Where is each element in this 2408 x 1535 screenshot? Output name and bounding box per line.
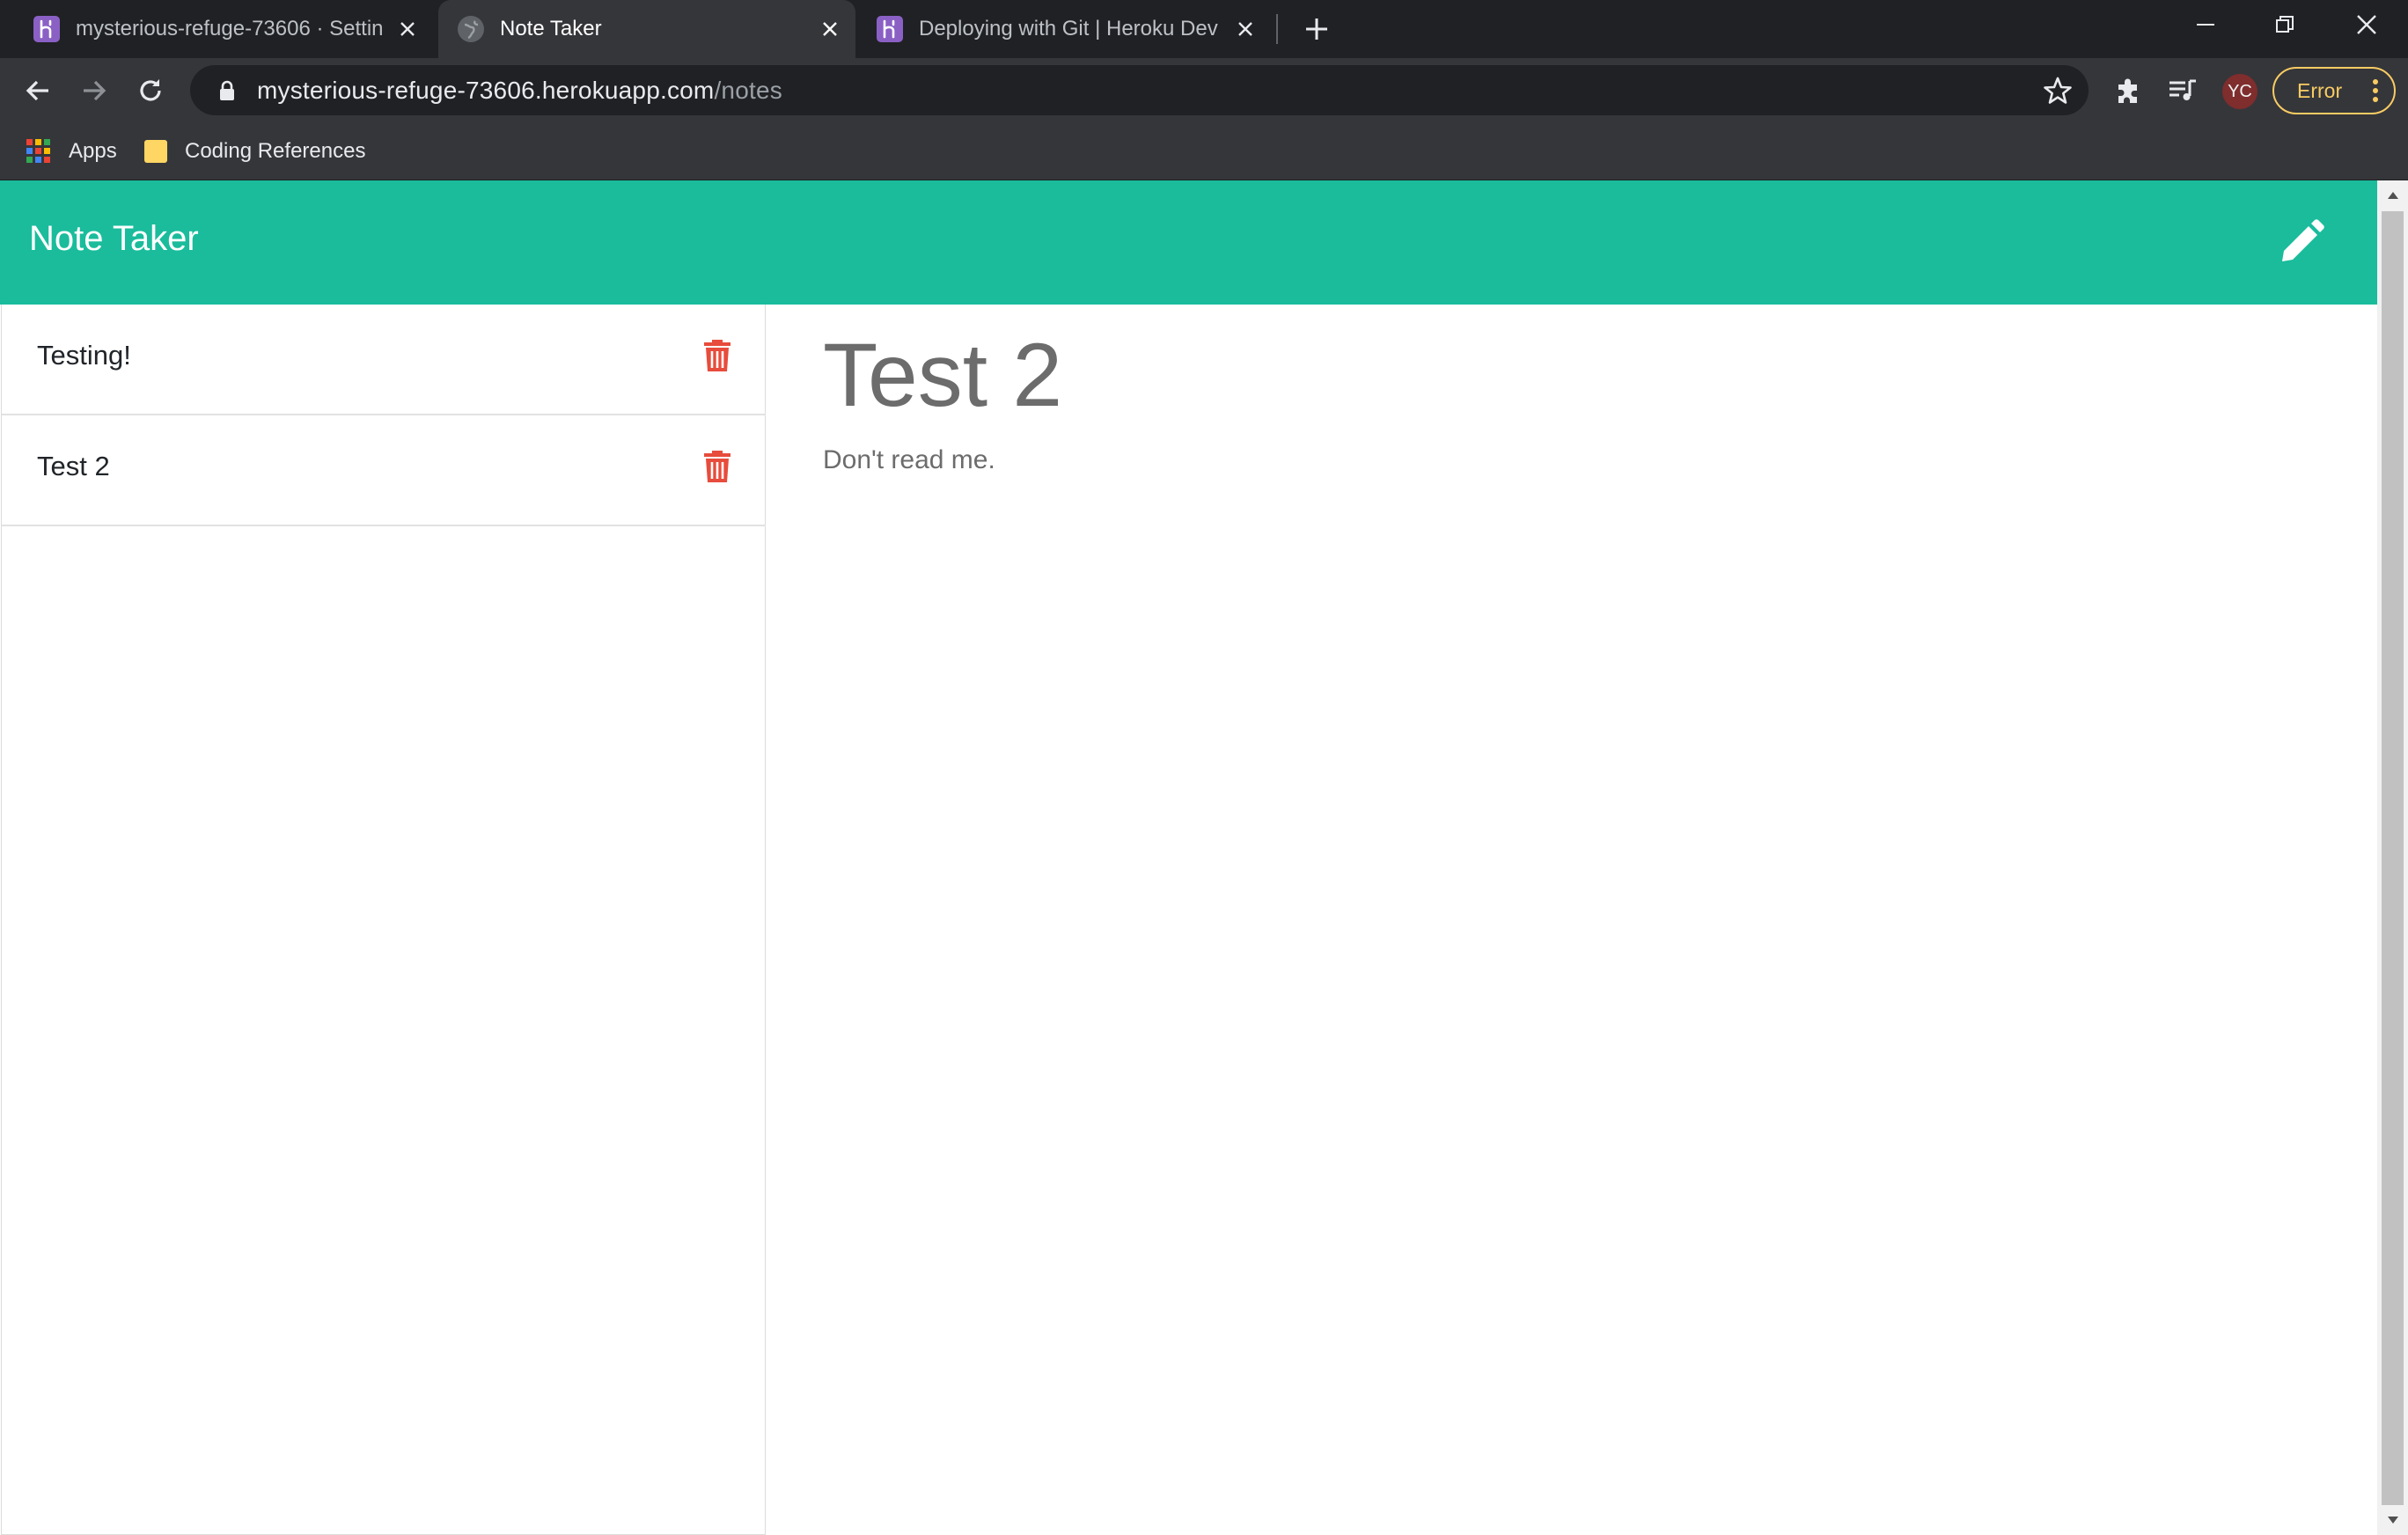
extensions-button[interactable] — [2110, 72, 2147, 109]
reload-button[interactable] — [130, 70, 171, 111]
delete-note-trash-icon[interactable] — [703, 338, 731, 373]
url-text: mysterious-refuge-73606.herokuapp.com/no… — [257, 77, 782, 105]
tab-close-icon[interactable] — [817, 16, 843, 42]
browser-tab-heroku-settings[interactable]: mysterious-refuge-73606 · Settin — [23, 0, 429, 58]
scroll-down-arrow-icon[interactable] — [2377, 1507, 2408, 1533]
minimize-button[interactable] — [2166, 0, 2245, 49]
notes-list: Testing! Test 2 — [1, 305, 766, 1535]
heroku-icon — [33, 16, 60, 42]
note-editor: Test 2 Don't read me. — [766, 305, 2377, 1535]
arrow-right-icon — [84, 80, 106, 101]
browser-toolbar: mysterious-refuge-73606.herokuapp.com/no… — [0, 58, 2408, 123]
list-item[interactable]: Test 2 — [2, 415, 766, 526]
note-title: Testing! — [37, 340, 131, 371]
reload-icon — [140, 79, 161, 101]
arrow-left-icon — [26, 80, 48, 101]
bookmark-label: Coding References — [185, 139, 366, 163]
tab-title: Deploying with Git | Heroku Dev — [919, 17, 1218, 40]
puzzle-icon — [2118, 78, 2137, 103]
app-brand[interactable]: Note Taker — [29, 219, 199, 259]
restore-icon — [2276, 16, 2294, 33]
delete-note-trash-icon[interactable] — [703, 449, 731, 484]
url-path: /notes — [714, 76, 782, 104]
forward-button[interactable] — [74, 70, 114, 111]
tab-close-icon[interactable] — [1232, 16, 1259, 42]
page-scrollbar[interactable] — [2377, 180, 2408, 1535]
tab-close-icon[interactable] — [394, 16, 421, 42]
apps-grid-icon — [26, 139, 51, 164]
app-navbar: Note Taker — [0, 180, 2377, 305]
note-title: Test 2 — [37, 451, 110, 481]
tab-title: Note Taker — [500, 17, 602, 40]
bookmark-apps[interactable]: Apps — [26, 123, 117, 180]
new-tab-button[interactable] — [1298, 11, 1335, 48]
address-bar[interactable]: mysterious-refuge-73606.herokuapp.com/no… — [190, 65, 2089, 115]
folder-icon — [144, 140, 167, 163]
heroku-icon — [877, 16, 903, 42]
bookmark-coding-references[interactable]: Coding References — [144, 123, 365, 180]
browser-titlebar: mysterious-refuge-73606 · Settin Note Ta… — [0, 0, 2408, 58]
browser-tab-deploying-with-git[interactable]: Deploying with Git | Heroku Dev — [863, 0, 1267, 58]
bookmark-star-icon[interactable] — [2043, 76, 2073, 106]
close-window-button[interactable] — [2327, 0, 2406, 49]
restore-button[interactable] — [2245, 0, 2324, 49]
url-host: mysterious-refuge-73606.herokuapp.com — [257, 76, 715, 104]
scrollbar-thumb[interactable] — [2382, 211, 2404, 1505]
bookmarks-bar: Apps Coding References — [0, 123, 2408, 180]
error-menu-button[interactable]: Error — [2272, 67, 2396, 114]
plus-icon — [1306, 18, 1327, 40]
close-icon — [2357, 15, 2376, 34]
scroll-up-arrow-icon[interactable] — [2377, 182, 2408, 209]
note-text-field[interactable]: Don't read me. — [823, 445, 995, 475]
bookmark-label: Apps — [69, 139, 117, 163]
tab-separator — [1276, 14, 1278, 44]
minimize-icon — [2197, 24, 2214, 26]
globe-icon — [458, 16, 484, 42]
media-control-button[interactable] — [2164, 72, 2201, 109]
playlist-music-icon — [2169, 79, 2196, 100]
browser-tab-note-taker[interactable]: Note Taker — [438, 0, 855, 58]
note-title-field[interactable]: Test 2 — [823, 324, 1062, 427]
error-label: Error — [2297, 78, 2343, 102]
tab-title: mysterious-refuge-73606 · Settin — [76, 17, 384, 40]
kebab-menu-icon — [2373, 79, 2378, 102]
list-item[interactable]: Testing! — [2, 305, 766, 415]
new-note-pencil-icon[interactable] — [2275, 216, 2328, 268]
profile-avatar[interactable]: YC — [2222, 74, 2258, 109]
back-button[interactable] — [18, 70, 58, 111]
lock-icon — [215, 78, 239, 103]
